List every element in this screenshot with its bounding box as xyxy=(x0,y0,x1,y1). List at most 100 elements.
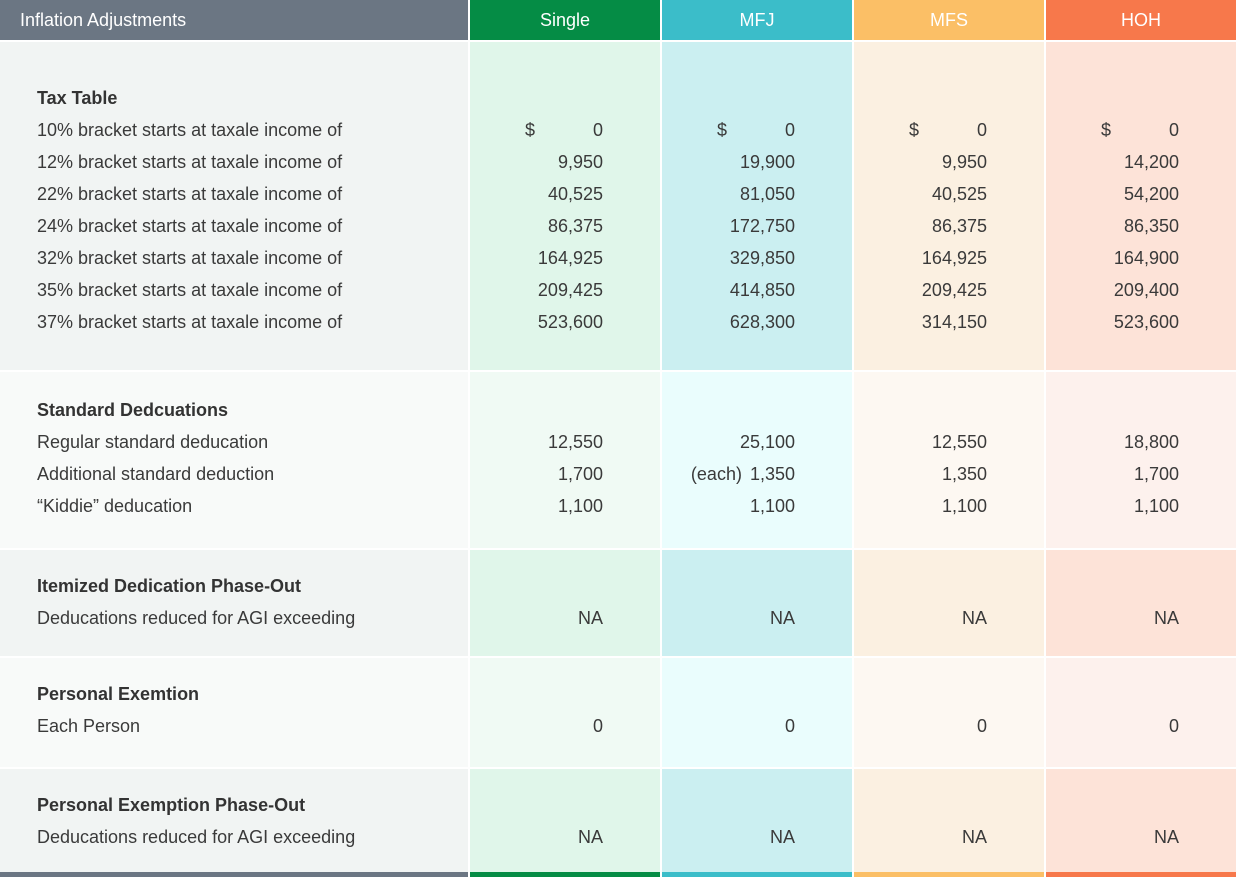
row-label: Deducations reduced for AGI exceeding xyxy=(37,608,356,628)
exemption-phaseout-mfs: NA xyxy=(854,769,1044,876)
section-title-personal-exemption: Personal Exemtion xyxy=(37,684,200,704)
cell-value: 0 xyxy=(1168,120,1179,140)
row-label: 37% bracket starts at taxale income of xyxy=(37,312,343,332)
tax-table-hoh: $0 14,200 54,200 86,350 164,900 209,400 … xyxy=(1046,42,1236,370)
exemption-phaseout-single: NA xyxy=(470,769,660,876)
cell-value: 86,375 xyxy=(547,216,603,236)
section-title-tax-table: Tax Table xyxy=(37,88,118,108)
cell-value: 172,750 xyxy=(729,216,795,236)
itemized-mfs: NA xyxy=(854,550,1044,656)
cell-value: 164,900 xyxy=(1113,248,1179,268)
personal-exemption-labels: Personal Exemtion Each Person xyxy=(0,658,468,767)
row-label: 12% bracket starts at taxale income of xyxy=(37,152,343,172)
cell-value: 9,950 xyxy=(557,152,603,172)
cell-value: 25,100 xyxy=(739,432,795,452)
cell-value: 1,700 xyxy=(1133,464,1179,484)
standard-deductions-mfj: 25,100 (each) 1,350 1,100 xyxy=(662,372,852,548)
row-label: “Kiddie” deducation xyxy=(37,496,193,516)
cell-value: 0 xyxy=(976,716,987,736)
cell-value: 314,150 xyxy=(921,312,987,332)
tax-table-single: $0 9,950 40,525 86,375 164,925 209,425 5… xyxy=(470,42,660,370)
cell-value: 1,350 xyxy=(749,464,795,484)
cell-value: NA xyxy=(961,827,987,847)
cell-value: 209,425 xyxy=(921,280,987,300)
cell-value: NA xyxy=(577,827,603,847)
bottom-color-bar xyxy=(0,872,1236,877)
header-single: Single xyxy=(470,0,660,40)
cell-value: 18,800 xyxy=(1123,432,1179,452)
row-label: Additional standard deduction xyxy=(37,464,275,484)
cell-value: 0 xyxy=(592,120,603,140)
each-prefix: (each) xyxy=(690,464,742,484)
cell-value: NA xyxy=(577,608,603,628)
section-title-itemized: Itemized Dedication Phase-Out xyxy=(37,576,302,596)
cell-value: 1,700 xyxy=(557,464,603,484)
header-mfj: MFJ xyxy=(662,0,852,40)
cell-value: 628,300 xyxy=(729,312,795,332)
cell-value: 54,200 xyxy=(1123,184,1179,204)
itemized-mfj: NA xyxy=(662,550,852,656)
cell-value: 164,925 xyxy=(921,248,987,268)
cell-value: 1,100 xyxy=(557,496,603,516)
personal-exemption-hoh: 0 xyxy=(1046,658,1236,767)
bottom-bar-single xyxy=(470,872,660,877)
bottom-bar-mfj xyxy=(662,872,852,877)
header-mfs: MFS xyxy=(854,0,1044,40)
cell-value: 0 xyxy=(592,716,603,736)
personal-exemption-mfs: 0 xyxy=(854,658,1044,767)
itemized-single: NA xyxy=(470,550,660,656)
row-label: 32% bracket starts at taxale income of xyxy=(37,248,343,268)
cell-value: 19,900 xyxy=(739,152,795,172)
cell-value: 209,425 xyxy=(537,280,603,300)
cell-value: 1,100 xyxy=(1133,496,1179,516)
bottom-bar-hoh xyxy=(1046,872,1236,877)
cell-value: 209,400 xyxy=(1113,280,1179,300)
cell-value: NA xyxy=(961,608,987,628)
standard-deductions-mfs: 12,550 1,350 1,100 xyxy=(854,372,1044,548)
personal-exemption-mfj: 0 xyxy=(662,658,852,767)
tax-table-labels: Tax Table 10% bracket starts at taxale i… xyxy=(0,42,468,370)
cell-value: 0 xyxy=(976,120,987,140)
header-hoh: HOH xyxy=(1046,0,1236,40)
standard-deductions-labels: Standard Dedcuations Regular standard de… xyxy=(0,372,468,548)
currency-symbol: $ xyxy=(1101,120,1112,140)
cell-value: 40,525 xyxy=(547,184,603,204)
cell-value: 329,850 xyxy=(729,248,795,268)
row-label: Deducations reduced for AGI exceeding xyxy=(37,827,356,847)
cell-value: 86,375 xyxy=(931,216,987,236)
cell-value: 523,600 xyxy=(537,312,603,332)
cell-value: NA xyxy=(769,827,795,847)
currency-symbol: $ xyxy=(717,120,728,140)
currency-symbol: $ xyxy=(525,120,536,140)
cell-value: 523,600 xyxy=(1113,312,1179,332)
cell-value: NA xyxy=(1153,608,1179,628)
exemption-phaseout-mfj: NA xyxy=(662,769,852,876)
tax-table-mfj: $0 19,900 81,050 172,750 329,850 414,850… xyxy=(662,42,852,370)
row-label: 35% bracket starts at taxale income of xyxy=(37,280,343,300)
cell-value: NA xyxy=(1153,827,1179,847)
header-label: Inflation Adjustments xyxy=(0,0,468,40)
exemption-phaseout-hoh: NA xyxy=(1046,769,1236,876)
section-title-exemption-phaseout: Personal Exemption Phase-Out xyxy=(37,795,306,815)
currency-symbol: $ xyxy=(909,120,920,140)
inflation-adjustments-table: Inflation Adjustments Single MFJ MFS HOH… xyxy=(0,0,1236,877)
standard-deductions-hoh: 18,800 1,700 1,100 xyxy=(1046,372,1236,548)
itemized-hoh: NA xyxy=(1046,550,1236,656)
row-label: Each Person xyxy=(37,716,141,736)
bottom-bar-mfs xyxy=(854,872,1044,877)
cell-value: 414,850 xyxy=(729,280,795,300)
cell-value: NA xyxy=(769,608,795,628)
row-label: 24% bracket starts at taxale income of xyxy=(37,216,343,236)
cell-value: 14,200 xyxy=(1123,152,1179,172)
itemized-labels: Itemized Dedication Phase-Out Deducation… xyxy=(0,550,468,656)
cell-value: 1,100 xyxy=(941,496,987,516)
row-label: 22% bracket starts at taxale income of xyxy=(37,184,343,204)
cell-value: 81,050 xyxy=(739,184,795,204)
cell-value: 0 xyxy=(1168,716,1179,736)
standard-deductions-single: 12,550 1,700 1,100 xyxy=(470,372,660,548)
cell-value: 12,550 xyxy=(931,432,987,452)
personal-exemption-single: 0 xyxy=(470,658,660,767)
cell-value: 12,550 xyxy=(547,432,603,452)
cell-value: 164,925 xyxy=(537,248,603,268)
tax-table-mfs: $0 9,950 40,525 86,375 164,925 209,425 3… xyxy=(854,42,1044,370)
